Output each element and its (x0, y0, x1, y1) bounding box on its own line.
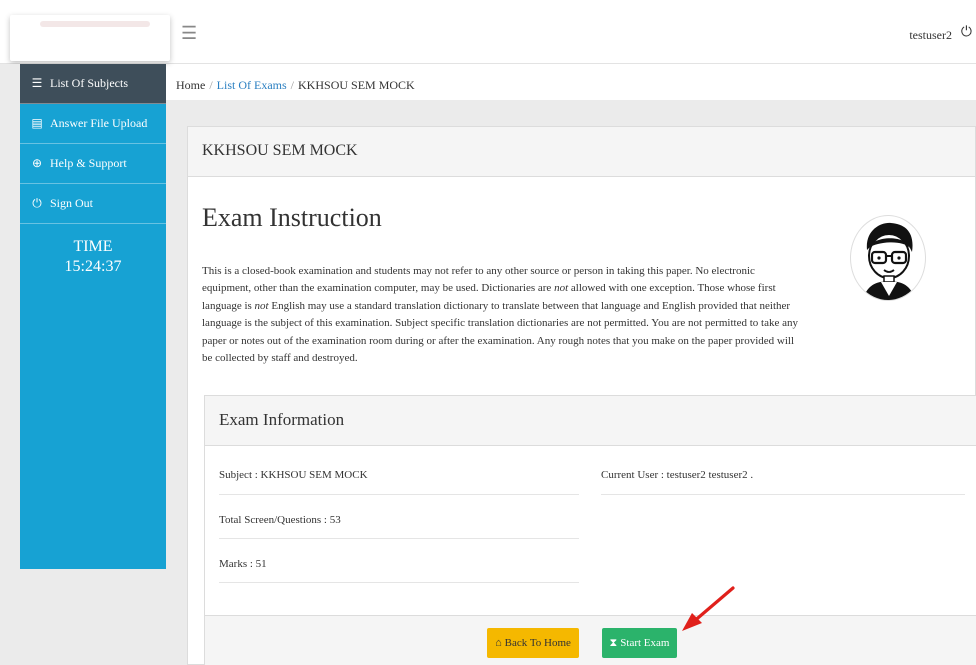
sidebar-item-sign-out[interactable]: ⏻ Sign Out (20, 184, 166, 224)
action-bar: ⌂ Back To Home ⧗ Start Exam (205, 615, 976, 665)
hamburger-icon[interactable]: ☰ (181, 24, 197, 42)
start-exam-button[interactable]: ⧗ Start Exam (602, 628, 677, 658)
lifebuoy-icon: ⊕ (31, 156, 43, 170)
divider (601, 494, 965, 495)
divider (219, 494, 579, 495)
sidebar-item-label: Help & Support (50, 156, 127, 170)
sidebar-item-label: List Of Subjects (50, 76, 128, 90)
divider (219, 582, 579, 583)
card-header: KKHSOU SEM MOCK (188, 127, 975, 177)
power-icon[interactable]: ⏻ (961, 25, 972, 41)
info-current-user: Current User : testuser2 testuser2 . (601, 469, 754, 481)
breadcrumb-separator: / (290, 78, 295, 92)
breadcrumb-list-of-exams[interactable]: List Of Exams (217, 78, 287, 92)
button-label: Start Exam (620, 637, 670, 649)
annotation-arrow-icon (682, 586, 735, 631)
sidebar-item-label: Sign Out (50, 196, 94, 210)
info-title: Exam Information (219, 410, 345, 429)
exam-card: KKHSOU SEM MOCK Exam Instruction This is… (187, 126, 976, 665)
breadcrumb: Home / List Of Exams / KKHSOU SEM MOCK (176, 78, 415, 93)
info-subject: Subject : KKHSOU SEM MOCK (219, 469, 368, 481)
exam-title: KKHSOU SEM MOCK (202, 142, 358, 159)
file-icon: ▤ (31, 116, 43, 130)
breadcrumb-separator: / (209, 78, 213, 92)
top-bar: ☰ testuser2 ⏻ (0, 0, 976, 64)
sidebar-item-answer-file-upload[interactable]: ▤ Answer File Upload (20, 104, 166, 144)
list-icon: ☰ (31, 76, 43, 90)
home-icon: ⌂ (495, 637, 502, 649)
button-label: Back To Home (504, 637, 571, 649)
time-value: 15:24:37 (64, 258, 122, 275)
logo-faint-text (40, 21, 150, 27)
sidebar-item-help-support[interactable]: ⊕ Help & Support (20, 144, 166, 184)
sidebar-item-list-of-subjects[interactable]: ☰ List Of Subjects (20, 64, 166, 104)
exam-information-panel: Exam Information Subject : KKHSOU SEM MO… (204, 395, 976, 665)
divider (219, 538, 579, 539)
back-to-home-button[interactable]: ⌂ Back To Home (487, 628, 579, 658)
breadcrumb-current: KKHSOU SEM MOCK (298, 78, 415, 92)
sidebar: ☰ List Of Subjects ▤ Answer File Upload … (20, 64, 166, 569)
logo[interactable] (10, 15, 170, 61)
time-label: TIME (73, 238, 113, 255)
info-total-questions: Total Screen/Questions : 53 (219, 514, 341, 526)
avatar (850, 215, 926, 301)
instruction-text: This is a closed-book examination and st… (202, 265, 798, 365)
power-icon: ⏻ (32, 196, 42, 210)
hourglass-icon: ⧗ (609, 636, 618, 649)
info-header: Exam Information (205, 396, 976, 446)
sidebar-item-label: Answer File Upload (50, 116, 148, 130)
info-marks: Marks : 51 (219, 558, 267, 570)
username: testuser2 (909, 28, 952, 42)
breadcrumb-home[interactable]: Home (176, 78, 205, 92)
instruction-heading: Exam Instruction (202, 203, 382, 232)
